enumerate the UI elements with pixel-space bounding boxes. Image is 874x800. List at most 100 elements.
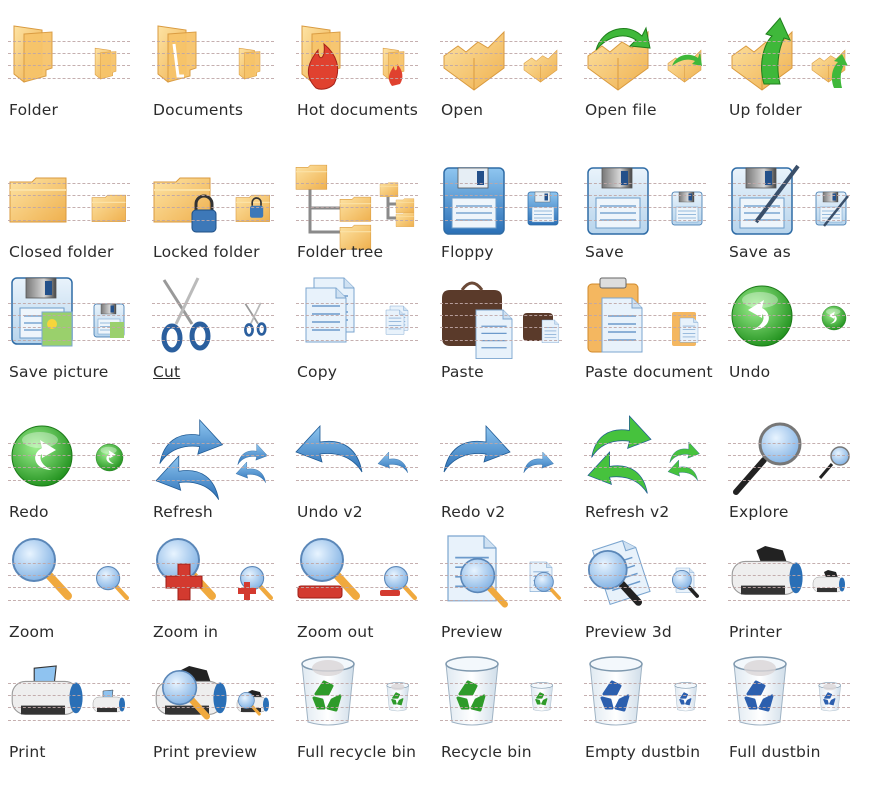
- icon-label[interactable]: Cut: [153, 362, 293, 382]
- icon-tile-floppy[interactable]: Floppy: [440, 156, 584, 276]
- icon-label: Floppy: [441, 243, 494, 261]
- icon-label: Full dustbin: [729, 743, 821, 761]
- icon-tile-save[interactable]: Save: [584, 156, 728, 276]
- icon-label: Refresh: [153, 503, 213, 521]
- icon-tile-documents[interactable]: Documents: [152, 14, 296, 134]
- icon-label: Paste: [441, 363, 484, 381]
- icon-label: Folder tree: [297, 243, 384, 261]
- hot-documents-icon: [301, 25, 405, 90]
- zoom-out-icon: [297, 538, 418, 601]
- icon-tile-fulldust[interactable]: Full dustbin: [728, 656, 872, 776]
- icon-label: Preview: [441, 623, 503, 641]
- icon-label: Closed folder: [9, 243, 114, 261]
- icon-tile-tree[interactable]: Folder tree: [295, 156, 440, 276]
- copy-icon: [305, 277, 409, 343]
- icon-label: Documents: [153, 101, 244, 119]
- icon-tile-pastedoc[interactable]: Paste document: [584, 276, 728, 396]
- icon-tile-preview[interactable]: Preview: [440, 535, 584, 656]
- icon-tile-savepic[interactable]: Save picture: [8, 276, 152, 396]
- icon-label: Printer: [729, 623, 782, 641]
- icon-label: Zoom: [9, 623, 55, 641]
- icon-label: Open file: [585, 101, 657, 119]
- icon-tile-redo[interactable]: Redo: [8, 416, 152, 536]
- recycle-bin-icon: [445, 656, 553, 726]
- icon-tile-undo[interactable]: Undo: [728, 276, 872, 396]
- print-icon: [11, 665, 125, 715]
- icon-tile-redo2[interactable]: Redo v2: [440, 416, 584, 536]
- magnifier-icon: [733, 422, 850, 495]
- save-icon: [587, 167, 703, 235]
- icon-tile-undo2[interactable]: Undo v2: [295, 416, 440, 536]
- icon-tile-upfolder[interactable]: Up folder: [728, 14, 872, 134]
- locked-folder-icon: [153, 177, 270, 233]
- icon-tile-openfile[interactable]: Open file: [584, 14, 728, 134]
- open-file-icon: [587, 26, 702, 91]
- save-as-icon: [731, 164, 849, 235]
- icon-tile-recycle[interactable]: Recycle bin: [440, 656, 584, 776]
- icon-tile-refresh2[interactable]: Refresh v2: [584, 415, 728, 536]
- zoom-icon: [12, 538, 130, 601]
- icon-tile-fullrecycle[interactable]: Full recycle bin: [296, 656, 440, 776]
- icon-tile-preview3d[interactable]: Preview 3d: [584, 536, 728, 656]
- icon-tile-copy[interactable]: Copy: [296, 276, 440, 396]
- icon-label: Hot documents: [297, 101, 419, 119]
- undo-icon: [731, 285, 847, 347]
- icon-label: Up folder: [729, 101, 802, 119]
- refresh-icon: [155, 419, 268, 500]
- up-folder-icon: [731, 17, 848, 91]
- icon-tile-zoomin[interactable]: Zoom in: [152, 536, 296, 656]
- icon-label: Save: [585, 243, 624, 261]
- scissors-icon: [161, 277, 267, 353]
- icon-tile-folder[interactable]: Folder: [8, 14, 152, 134]
- icon-label: Zoom out: [297, 623, 374, 641]
- icon-label: Explore: [729, 503, 789, 521]
- icon-tile-cut[interactable]: Cut: [152, 276, 296, 396]
- icon-tile-refresh[interactable]: Refresh: [152, 416, 296, 536]
- icon-label: Folder: [9, 101, 59, 119]
- icon-label: Full recycle bin: [297, 743, 417, 761]
- preview-icon: [447, 535, 562, 608]
- documents-icon: [157, 25, 261, 83]
- icon-label: Undo v2: [297, 503, 363, 521]
- icon-label: Open: [441, 101, 484, 119]
- full-recycle-bin-icon: [301, 656, 409, 726]
- icon-tile-closed[interactable]: Closed folder: [8, 156, 152, 276]
- printer-icon: [731, 546, 845, 595]
- icon-tile-locked[interactable]: Locked folder: [152, 156, 296, 276]
- icon-tile-open[interactable]: Open: [440, 14, 584, 134]
- icon-tile-printpreview[interactable]: Print preview: [152, 656, 296, 776]
- icon-label: Save picture: [9, 363, 109, 381]
- undo-arrow-icon: [295, 424, 408, 473]
- folder-icon: [13, 25, 117, 83]
- open-folder-icon: [443, 30, 558, 91]
- icon-tile-print[interactable]: Print: [8, 656, 152, 776]
- icon-label: Print preview: [153, 743, 258, 761]
- empty-dustbin-icon: [589, 656, 697, 726]
- icon-label: Undo: [729, 363, 771, 381]
- icon-tile-saveas[interactable]: Save as: [728, 156, 872, 276]
- print-preview-icon: [155, 666, 269, 720]
- save-picture-icon: [11, 277, 125, 347]
- icon-tile-hot[interactable]: Hot documents: [296, 14, 440, 134]
- icon-tile-zoom[interactable]: Zoom: [8, 536, 152, 656]
- icon-label: Refresh v2: [585, 503, 670, 521]
- icon-tile-printer[interactable]: Printer: [728, 536, 872, 656]
- refresh-green-icon: [587, 415, 700, 494]
- icon-label: Redo v2: [441, 503, 506, 521]
- icon-tile-emptydust[interactable]: Empty dustbin: [584, 656, 728, 776]
- closed-folder-icon: [9, 177, 126, 223]
- icon-label: Empty dustbin: [585, 743, 701, 761]
- folder-tree-icon: [295, 164, 415, 250]
- zoom-in-icon: [156, 538, 274, 601]
- icon-label: Paste document: [585, 363, 713, 381]
- icon-label: Print: [9, 743, 46, 761]
- full-dustbin-icon: [733, 656, 841, 726]
- icon-tile-explore[interactable]: Explore: [728, 416, 872, 536]
- icon-label: Preview 3d: [585, 623, 672, 641]
- icon-label: Copy: [297, 363, 338, 381]
- icon-label: Zoom in: [153, 623, 219, 641]
- icon-tile-zoomout[interactable]: Zoom out: [296, 536, 440, 656]
- icon-tile-paste[interactable]: Paste: [440, 276, 584, 396]
- icon-label: Recycle bin: [441, 743, 532, 761]
- floppy-icon: [443, 167, 559, 235]
